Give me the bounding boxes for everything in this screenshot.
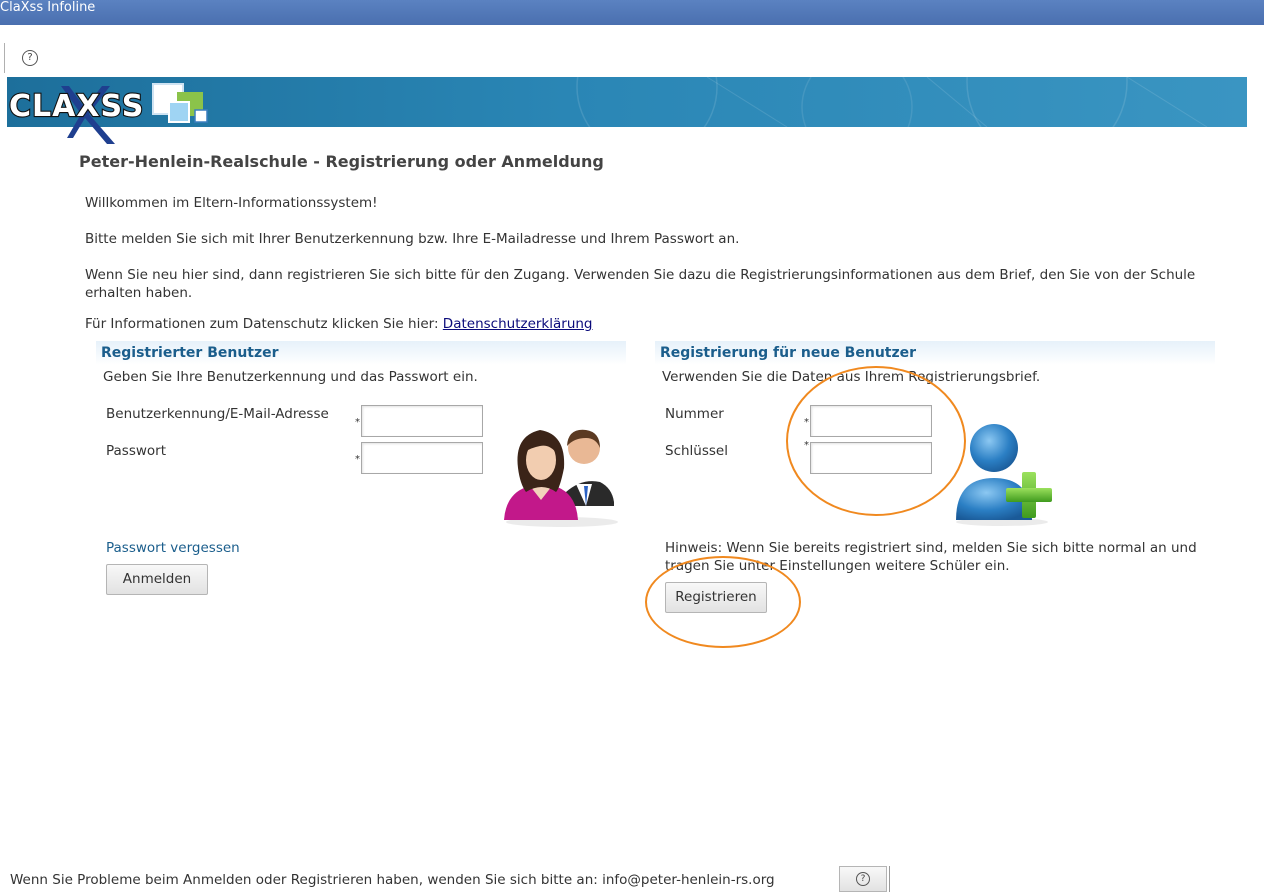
logo-text: CLAXSS	[9, 89, 144, 124]
number-input[interactable]	[810, 405, 932, 437]
privacy-prefix: Für Informationen zum Datenschutz klicke…	[85, 316, 443, 332]
username-input[interactable]	[361, 405, 483, 437]
window-titlebar: ClaXss Infoline	[0, 0, 1264, 25]
welcome-text: Willkommen im Eltern-Informationssystem!	[85, 195, 378, 211]
registration-note: Hinweis: Wenn Sie bereits registriert si…	[665, 540, 1197, 574]
login-button[interactable]: Anmelden	[106, 564, 208, 595]
password-label: Passwort	[106, 443, 167, 459]
login-instruction-text: Bitte melden Sie sich mit Ihrer Benutzer…	[85, 231, 740, 247]
add-user-icon	[956, 424, 1052, 526]
help-button[interactable]: ?	[839, 866, 887, 892]
window-title: ClaXss Infoline	[0, 0, 96, 15]
toolbar-divider	[4, 43, 5, 73]
forgot-password-link[interactable]: Passwort vergessen	[106, 540, 240, 556]
key-input[interactable]	[810, 442, 932, 474]
required-marker: *	[804, 440, 809, 451]
support-contact-text: Wenn Sie Probleme beim Anmelden oder Reg…	[10, 872, 775, 888]
privacy-text: Für Informationen zum Datenschutz klicke…	[85, 315, 593, 333]
new-user-registration-header: Registrierung für neue Benutzer	[655, 341, 1215, 365]
banner-decoration	[576, 77, 1208, 127]
claxss-logo: CLAXSS	[8, 83, 208, 144]
username-label: Benutzerkennung/E-Mail-Adresse	[106, 406, 329, 422]
required-marker: *	[804, 417, 809, 428]
registration-section-instruction: Verwenden Sie die Daten aus Ihrem Regist…	[662, 369, 1041, 385]
register-button[interactable]: Registrieren	[665, 582, 767, 613]
required-marker: *	[355, 417, 360, 428]
required-marker: *	[355, 454, 360, 465]
registered-user-header: Registrierter Benutzer	[96, 341, 626, 365]
highlight-circle-fields	[786, 366, 966, 516]
question-circle-icon[interactable]: ?	[22, 50, 38, 66]
question-circle-icon: ?	[856, 872, 870, 886]
users-icon	[504, 429, 618, 527]
registration-instruction-text: Wenn Sie neu hier sind, dann registriere…	[85, 267, 1196, 301]
footer-divider	[889, 866, 890, 892]
privacy-policy-link[interactable]: Datenschutzerklärung	[443, 316, 593, 332]
login-section-instruction: Geben Sie Ihre Benutzerkennung und das P…	[103, 369, 478, 385]
page-title: Peter-Henlein-Realschule - Registrierung…	[79, 152, 604, 171]
key-label: Schlüssel	[665, 443, 728, 459]
number-label: Nummer	[665, 406, 724, 422]
password-input[interactable]	[361, 442, 483, 474]
